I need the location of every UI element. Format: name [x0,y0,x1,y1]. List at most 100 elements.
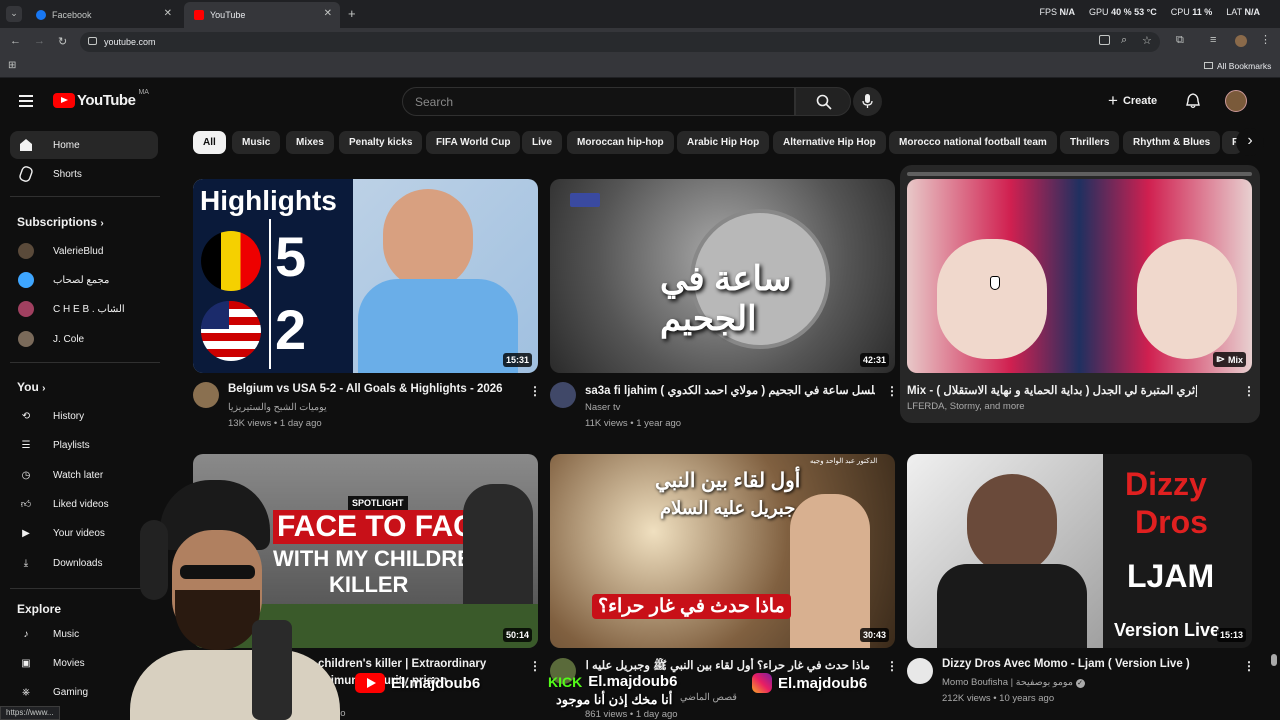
back-icon[interactable]: ← [10,35,21,47]
youtube-favicon-icon [194,10,204,20]
video-thumbnail[interactable]: الدكتور عبد الواحد وجيه أول لقاء بين الن… [550,454,895,648]
close-tab-icon[interactable]: ✕ [324,8,332,19]
chip-all[interactable]: All [193,131,226,154]
chip[interactable]: Penalty kicks [339,131,423,154]
mix-badge: ⧐ Mix [1212,352,1246,367]
video-title[interactable]: Dizzy Dros Avec Momo - Ljam ( Version Li… [942,658,1232,670]
video-title[interactable]: Belgium vs USA 5-2 - All Goals & Highlig… [228,383,518,395]
sidebar-item-subscription[interactable]: ValerieBlud [10,237,158,265]
you-heading[interactable]: You › [17,380,45,394]
tab-search-icon[interactable]: ⌄ [6,6,22,22]
video-title[interactable]: children's killer | Extraordinary [318,658,528,670]
channel-avatar [18,331,34,347]
hamburger-menu-icon[interactable] [19,95,33,107]
cast-icon[interactable] [1099,35,1110,45]
video-meta: 861 views • 1 day ago [585,709,678,720]
sidebar-item-subscription[interactable]: C H E B . الشاب [10,295,158,323]
url-input[interactable]: youtube.com [80,32,1160,52]
search-icon [816,94,832,110]
video-thumbnail[interactable]: Dizzy Dros LJAM Version Live 15:13 [907,454,1252,648]
video-thumbnail[interactable]: Highlights 5 2 15:31 [193,179,538,373]
more-options-icon[interactable]: ⋮ [1243,659,1255,673]
chips-next-button[interactable]: › [1236,128,1264,156]
zoom-icon[interactable]: ⌕ [1121,34,1127,47]
profile-avatar[interactable] [1235,35,1247,47]
presenter-figure [790,494,870,648]
reading-list-icon[interactable]: ≡ [1210,34,1216,46]
chip[interactable]: Morocco national football team [889,131,1057,154]
chip[interactable]: Rhythm & Blues [1123,131,1221,154]
chip[interactable]: Mixes [286,131,334,154]
channel-avatar [18,272,34,288]
chip[interactable]: Live [522,131,563,154]
video-thumbnail[interactable]: ⧐ Mix [907,179,1252,373]
bookmark-star-icon[interactable]: ☆ [1142,34,1152,47]
more-options-icon[interactable]: ⋮ [529,659,541,673]
forward-icon[interactable]: → [34,35,45,47]
video-thumbnail[interactable]: ساعة في الجحيم 42:31 [550,179,895,373]
sidebar-item-subscription[interactable]: مجمع لصحاب [10,266,158,294]
more-options-icon[interactable]: ⋮ [886,384,898,398]
all-bookmarks[interactable]: All Bookmarks [1204,61,1271,71]
chip[interactable]: FIFA World Cup [426,131,521,154]
close-tab-icon[interactable]: ✕ [164,8,172,19]
channel-avatar[interactable] [550,382,576,408]
search-button[interactable] [795,87,851,116]
chip[interactable]: Music [232,131,281,154]
channel-name[interactable]: Naser tv [585,402,620,413]
channel-name-row[interactable]: Momo Boufisha | مومو بوصفيحة ✓ [942,677,1085,688]
search-input[interactable]: Search [402,87,795,116]
fps-value: N/A [1059,7,1076,17]
subscriptions-heading[interactable]: Subscriptions › [17,215,104,229]
channel-avatar[interactable] [193,382,219,408]
hoodie [130,650,340,720]
extensions-icon[interactable]: ⧉ [1176,34,1184,47]
download-icon: ⤓ [23,557,29,569]
site-info-icon[interactable] [88,37,97,45]
page-scrollbar-thumb[interactable] [1271,654,1277,666]
youtube-logo[interactable]: YouTube MA [53,89,149,109]
sidebar-item-shorts[interactable]: Shorts [10,160,158,188]
more-options-icon[interactable]: ⋮ [529,384,541,398]
voice-search-button[interactable] [853,87,882,116]
browser-menu-icon[interactable]: ⋮ [1260,33,1271,46]
chip[interactable]: Arabic Hip Hop [677,131,770,154]
gpu-temp: 53 °C [1134,7,1157,17]
verified-icon: ✓ [1075,679,1085,688]
sidebar-item-subscription[interactable]: J. Cole [10,325,158,353]
youtube-logo-icon [355,673,385,693]
gpu-label: GPU [1089,7,1109,17]
video-title[interactable]: sa3a fi ljahim ( مولاي احمد الكدوي ) مسل… [585,383,875,397]
performance-overlay: FPS N/A GPU 40 % 53 °C CPU 11 % LAT N/A [1040,7,1260,17]
sidebar-item-label: Watch later [53,469,104,481]
new-tab-icon[interactable]: + [348,6,356,21]
sidebar-item-history[interactable]: ⟲ History [10,402,158,430]
tab-facebook[interactable]: Facebook ✕ [26,2,180,28]
channel-name[interactable]: يوميات الشبح والستيريزيا [228,402,327,413]
hand-left [937,239,1047,359]
lat-value: N/A [1244,7,1261,17]
chip[interactable]: Thrillers [1060,131,1120,154]
account-avatar[interactable] [1225,90,1247,112]
sidebar-item-playlists[interactable]: ☰ Playlists [10,431,158,459]
channel-avatar[interactable] [907,658,933,684]
sidebar-item-label: Playlists [53,439,90,451]
more-options-icon[interactable]: ⋮ [886,659,898,673]
score-away: 2 [275,298,307,361]
sidebar-item-label: Music [53,628,80,640]
sidebar-item-home[interactable]: Home [10,131,158,159]
thumbnail-title: Dizzy [1125,466,1207,502]
reload-icon[interactable]: ↻ [58,35,67,48]
notifications-bell-icon[interactable] [1186,93,1200,109]
chip[interactable]: Moroccan hip-hop [567,131,674,154]
channel-name[interactable]: قصص الماضي [680,692,737,703]
cpu-label: CPU [1170,7,1190,17]
apps-grid-icon[interactable]: ⊞ [8,60,16,71]
video-title[interactable]: Mix - ( اغنية فيصل إثري المتبرة لي الجدل… [907,383,1197,397]
more-options-icon[interactable]: ⋮ [1243,384,1255,398]
thumbnail-subtitle: KILLER [329,572,409,597]
tab-youtube[interactable]: YouTube ✕ [184,2,340,28]
create-button[interactable]: + Create [1108,89,1168,113]
chip[interactable]: Alternative Hip Hop [773,131,886,154]
gaming-icon: ⎈ [22,686,30,698]
